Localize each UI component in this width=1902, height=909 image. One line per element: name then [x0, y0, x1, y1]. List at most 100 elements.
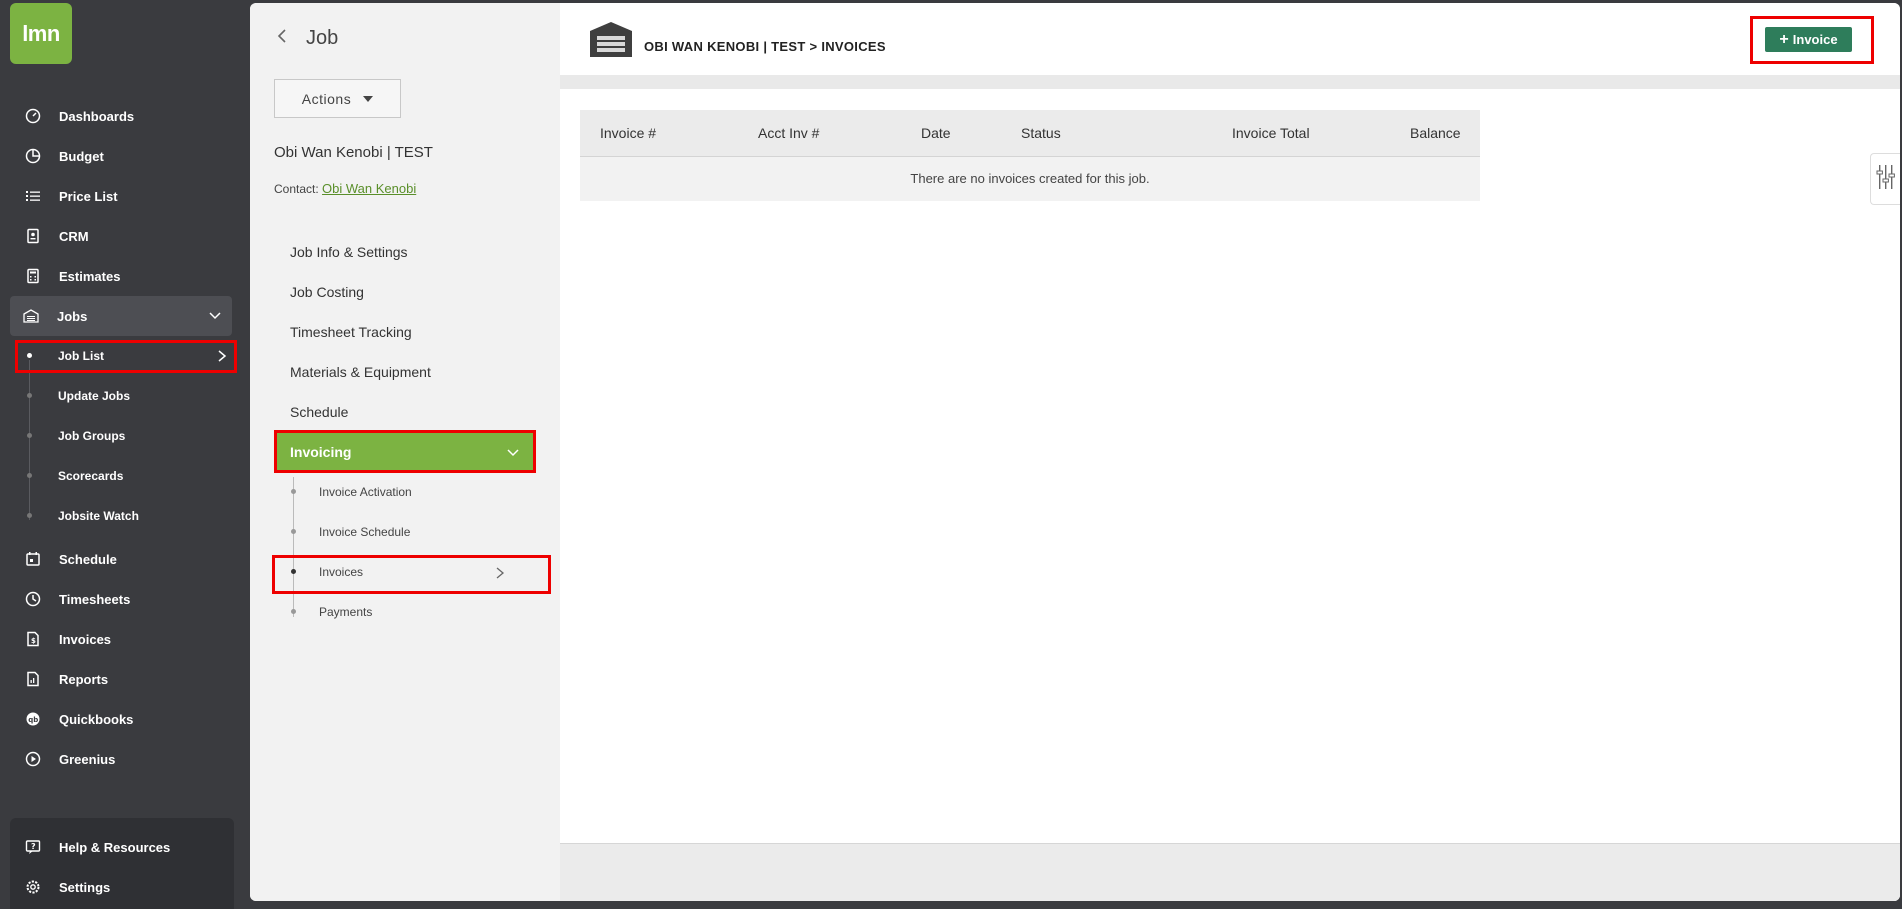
sidebar-item-label: Invoices [59, 631, 112, 647]
actions-dropdown-button[interactable]: Actions [274, 79, 401, 118]
sidebar-subitem-scorecards[interactable]: Scorecards [16, 461, 236, 491]
sidebar-item-help[interactable]: ? Help & Resources [12, 829, 234, 865]
annotation-box-add-invoice [1750, 16, 1874, 64]
content-divider-strip [560, 75, 1900, 89]
job-menu-schedule[interactable]: Schedule [290, 404, 348, 420]
sidebar-item-label: Quickbooks [59, 711, 134, 727]
sidebar-item-label: Budget [59, 148, 104, 164]
job-panel-title: Job [306, 27, 339, 49]
annotation-box-job-list [15, 340, 237, 373]
calendar-icon [18, 551, 48, 567]
quickbooks-icon: qb [18, 711, 48, 727]
column-header-date[interactable]: Date [921, 125, 951, 141]
annotation-box-invoices [272, 555, 551, 594]
job-subitem-invoice-activation[interactable]: Invoice Activation [280, 474, 530, 510]
column-header-acct-inv-number[interactable]: Acct Inv # [758, 125, 819, 141]
invoices-table: Invoice # Acct Inv # Date Status Invoice… [580, 110, 1480, 201]
sidebar-item-label: Help & Resources [59, 839, 171, 855]
svg-text:qb: qb [28, 716, 38, 724]
sidebar-item-label: Dashboards [59, 108, 135, 124]
sidebar-item-reports[interactable]: Reports [12, 661, 234, 697]
sidebar-item-timesheets[interactable]: Timesheets [12, 581, 234, 617]
content-topbar: OBI WAN KENOBI | TEST > INVOICES + Invoi… [560, 3, 1900, 75]
sidebar-item-budget[interactable]: Budget [12, 138, 234, 174]
sidebar-item-label: Schedule [59, 551, 117, 567]
sidebar-item-jobs[interactable]: Jobs [10, 296, 232, 336]
contact-card-icon [18, 228, 48, 244]
invoice-icon: $ [18, 631, 48, 647]
svg-text:?: ? [31, 842, 36, 851]
bullet-icon [27, 393, 32, 398]
bullet-icon [27, 473, 32, 478]
report-icon [18, 671, 48, 687]
actions-label: Actions [301, 90, 352, 107]
sidebar-item-greenius[interactable]: Greenius [12, 741, 234, 777]
sidebar-item-label: Jobs [57, 308, 88, 324]
sidebar-item-label: Estimates [59, 268, 121, 284]
job-menu-job-costing[interactable]: Job Costing [290, 284, 364, 300]
bullet-icon [27, 513, 32, 518]
clock-icon [18, 591, 48, 607]
main-sidebar: lmn Dashboards Budget Price List CRM Est… [0, 0, 250, 909]
play-circle-icon [18, 751, 48, 767]
sidebar-item-invoices[interactable]: $ Invoices [12, 621, 234, 657]
app-frame: Job Actions Obi Wan Kenobi | TEST Contac… [250, 3, 1900, 901]
invoices-content: OBI WAN KENOBI | TEST > INVOICES + Invoi… [560, 3, 1900, 901]
sidebar-item-estimates[interactable]: Estimates [12, 258, 234, 294]
column-header-invoice-total[interactable]: Invoice Total [1232, 125, 1310, 141]
sidebar-item-price-list[interactable]: Price List [12, 178, 234, 214]
sliders-icon [1875, 163, 1897, 196]
sidebar-subitem-update-jobs[interactable]: Update Jobs [16, 381, 236, 411]
sidebar-item-label: Settings [59, 879, 111, 895]
column-header-invoice-number[interactable]: Invoice # [600, 125, 656, 141]
chevron-down-icon [208, 308, 222, 325]
contact-link[interactable]: Obi Wan Kenobi [322, 181, 416, 196]
contact-label: Contact: [274, 182, 319, 196]
table-header: Invoice # Acct Inv # Date Status Invoice… [580, 110, 1480, 157]
pie-chart-icon [18, 148, 48, 164]
caret-down-icon [363, 95, 374, 102]
sidebar-item-label: Price List [59, 188, 118, 204]
table-empty-message: There are no invoices created for this j… [580, 157, 1480, 201]
content-footer-bar [560, 843, 1900, 901]
job-menu-timesheet-tracking[interactable]: Timesheet Tracking [290, 324, 412, 340]
gauge-icon [18, 108, 48, 124]
garage-icon [16, 308, 46, 324]
svg-text:$: $ [31, 637, 36, 645]
column-header-balance[interactable]: Balance [1410, 125, 1461, 141]
bullet-icon [291, 489, 296, 494]
column-header-status[interactable]: Status [1021, 125, 1061, 141]
lmn-logo[interactable]: lmn [10, 3, 72, 64]
bullet-icon [291, 529, 296, 534]
sidebar-item-label: Greenius [59, 751, 116, 767]
list-icon [18, 188, 48, 204]
sidebar-item-quickbooks[interactable]: qb Quickbooks [12, 701, 234, 737]
garage-icon [588, 21, 634, 58]
job-name: Obi Wan Kenobi | TEST [274, 144, 433, 161]
job-header: Job [276, 27, 338, 50]
filter-settings-tab[interactable] [1870, 153, 1900, 205]
sidebar-item-label: CRM [59, 228, 89, 244]
sidebar-item-label: Reports [59, 671, 109, 687]
sidebar-item-settings[interactable]: Settings [12, 869, 234, 905]
bullet-icon [291, 609, 296, 614]
job-panel: Job Actions Obi Wan Kenobi | TEST Contac… [250, 3, 560, 901]
sidebar-item-label: Timesheets [59, 591, 131, 607]
job-menu-materials-equipment[interactable]: Materials & Equipment [290, 364, 431, 380]
annotation-box-invoicing [274, 430, 536, 473]
sidebar-item-schedule[interactable]: Schedule [12, 541, 234, 577]
job-contact: Contact: Obi Wan Kenobi [274, 181, 416, 196]
sidebar-item-dashboards[interactable]: Dashboards [12, 98, 234, 134]
help-icon: ? [18, 839, 48, 855]
job-subitem-invoice-schedule[interactable]: Invoice Schedule [280, 514, 530, 550]
calculator-icon [18, 268, 48, 284]
breadcrumb: OBI WAN KENOBI | TEST > INVOICES [644, 39, 886, 54]
gear-icon [18, 879, 48, 895]
sidebar-item-crm[interactable]: CRM [12, 218, 234, 254]
back-arrow-icon[interactable] [276, 28, 306, 49]
sidebar-subitem-jobsite-watch[interactable]: Jobsite Watch [16, 501, 236, 531]
job-menu-job-info[interactable]: Job Info & Settings [290, 244, 408, 260]
sidebar-subitem-job-groups[interactable]: Job Groups [16, 421, 236, 451]
bullet-icon [27, 433, 32, 438]
job-subitem-payments[interactable]: Payments [280, 594, 530, 630]
